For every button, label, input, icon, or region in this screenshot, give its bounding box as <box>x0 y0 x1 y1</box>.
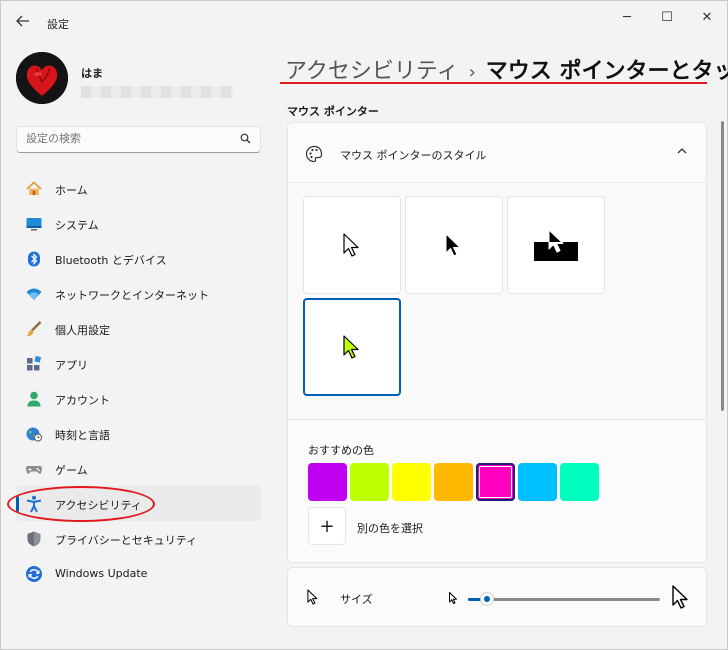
sidebar-item-personalization[interactable]: 個人用設定 <box>16 311 261 346</box>
app-title: 設定 <box>47 18 69 31</box>
inverted-pointer-icon <box>534 229 578 261</box>
sidebar-item-apps[interactable]: アプリ <box>16 346 261 381</box>
sidebar-item-network[interactable]: ネットワークとインターネット <box>16 276 261 311</box>
pointer-style-title: マウス ポインターのスタイル <box>340 149 487 162</box>
color-swatch-yellow[interactable] <box>392 463 431 501</box>
size-label: サイズ <box>340 593 373 606</box>
back-arrow-icon <box>16 15 29 27</box>
size-slider-thumb[interactable] <box>480 592 494 606</box>
pointer-style-options <box>288 184 706 420</box>
sidebar-item-windows-update[interactable]: Windows Update <box>16 556 261 591</box>
avatar[interactable] <box>16 52 68 104</box>
settings-window: 設定 ─ ☐ ✕ はま ホーム <box>0 0 728 650</box>
user-email-blurred <box>81 86 233 98</box>
sidebar-item-gaming[interactable]: ゲーム <box>16 451 261 486</box>
sidebar-item-accounts[interactable]: アカウント <box>16 381 261 416</box>
bluetooth-icon <box>25 250 43 268</box>
sidebar-item-time-language[interactable]: 時刻と言語 <box>16 416 261 451</box>
sidebar-item-label: アカウント <box>55 394 110 407</box>
pointer-size-card: サイズ <box>287 567 707 627</box>
sidebar-item-privacy[interactable]: プライバシーとセキュリティ <box>16 521 261 556</box>
breadcrumb-separator: › <box>468 62 476 83</box>
wifi-icon <box>25 285 43 303</box>
color-swatch-purple[interactable] <box>308 463 347 501</box>
style-inverted-pointer[interactable] <box>507 196 605 294</box>
shield-icon <box>25 530 43 548</box>
color-swatch-lime[interactable] <box>350 463 389 501</box>
style-black-pointer[interactable] <box>405 196 503 294</box>
palette-icon <box>304 144 324 164</box>
user-name: はま <box>81 67 103 80</box>
system-icon <box>25 215 43 233</box>
small-pointer-icon <box>448 590 459 609</box>
gamepad-icon <box>25 460 43 478</box>
apps-icon <box>25 355 43 373</box>
back-button[interactable] <box>13 11 33 31</box>
update-icon <box>25 565 43 583</box>
recommended-colors-label: おすすめの色 <box>308 444 374 457</box>
sidebar-item-label: プライバシーとセキュリティ <box>55 534 198 547</box>
sidebar-item-label: 個人用設定 <box>55 324 110 337</box>
account-icon <box>25 390 43 408</box>
close-button[interactable]: ✕ <box>687 5 727 29</box>
large-pointer-icon <box>670 584 692 614</box>
underline-annotation <box>280 82 707 84</box>
add-color-label: 別の色を選択 <box>357 522 423 535</box>
style-custom-pointer[interactable] <box>303 298 401 396</box>
sidebar-item-label: ホーム <box>55 184 88 197</box>
add-color-button[interactable]: + <box>308 507 346 545</box>
brush-icon <box>25 320 43 338</box>
breadcrumb-parent[interactable]: アクセシビリティ <box>285 59 459 84</box>
pointer-style-card: マウス ポインターのスタイル おすすめの色 + 別の色を選択 <box>287 122 707 563</box>
sidebar-item-label: システム <box>55 219 99 232</box>
maximize-button[interactable]: ☐ <box>647 5 687 29</box>
color-swatch-gold[interactable] <box>434 463 473 501</box>
color-swatch-mint[interactable] <box>560 463 599 501</box>
avatar-image <box>16 52 68 104</box>
custom-color-pointer-icon <box>343 335 359 359</box>
home-icon <box>25 180 43 198</box>
sidebar-item-label: ネットワークとインターネット <box>55 289 209 302</box>
sidebar-nav: ホーム システム Bluetooth とデバイス ネットワークとインターネット … <box>16 171 261 591</box>
globe-icon <box>25 425 43 443</box>
size-slider-track[interactable] <box>468 598 660 601</box>
scrollbar[interactable] <box>721 121 724 411</box>
highlight-ellipse-annotation <box>7 486 155 522</box>
minimize-button[interactable]: ─ <box>607 5 647 29</box>
sidebar-item-label: アプリ <box>55 359 88 372</box>
pointer-style-header[interactable]: マウス ポインターのスタイル <box>288 123 706 183</box>
color-swatch-sky-blue[interactable] <box>518 463 557 501</box>
sidebar-item-system[interactable]: システム <box>16 206 261 241</box>
sidebar-item-home[interactable]: ホーム <box>16 171 261 206</box>
chevron-up-icon[interactable] <box>676 145 688 160</box>
sidebar-item-label: Bluetooth とデバイス <box>55 254 167 267</box>
pointer-icon <box>306 588 320 610</box>
page-title: マウス ポインターとタッチ <box>485 59 728 84</box>
white-pointer-icon <box>343 233 359 257</box>
section-title: マウス ポインター <box>287 105 379 118</box>
sidebar-item-label: ゲーム <box>55 464 88 477</box>
style-white-pointer[interactable] <box>303 196 401 294</box>
search-icon <box>240 133 251 147</box>
sidebar-item-label: Windows Update <box>55 567 148 580</box>
black-pointer-icon <box>445 233 461 257</box>
search-box[interactable] <box>16 126 261 153</box>
color-swatch-pink[interactable] <box>476 463 515 501</box>
search-input[interactable] <box>26 132 231 145</box>
sidebar-item-label: 時刻と言語 <box>55 429 110 442</box>
title-bar: 設定 ─ ☐ ✕ <box>1 1 728 41</box>
breadcrumb: アクセシビリティ › マウス ポインターとタッチ <box>285 53 728 85</box>
sidebar-item-bluetooth[interactable]: Bluetooth とデバイス <box>16 241 261 276</box>
